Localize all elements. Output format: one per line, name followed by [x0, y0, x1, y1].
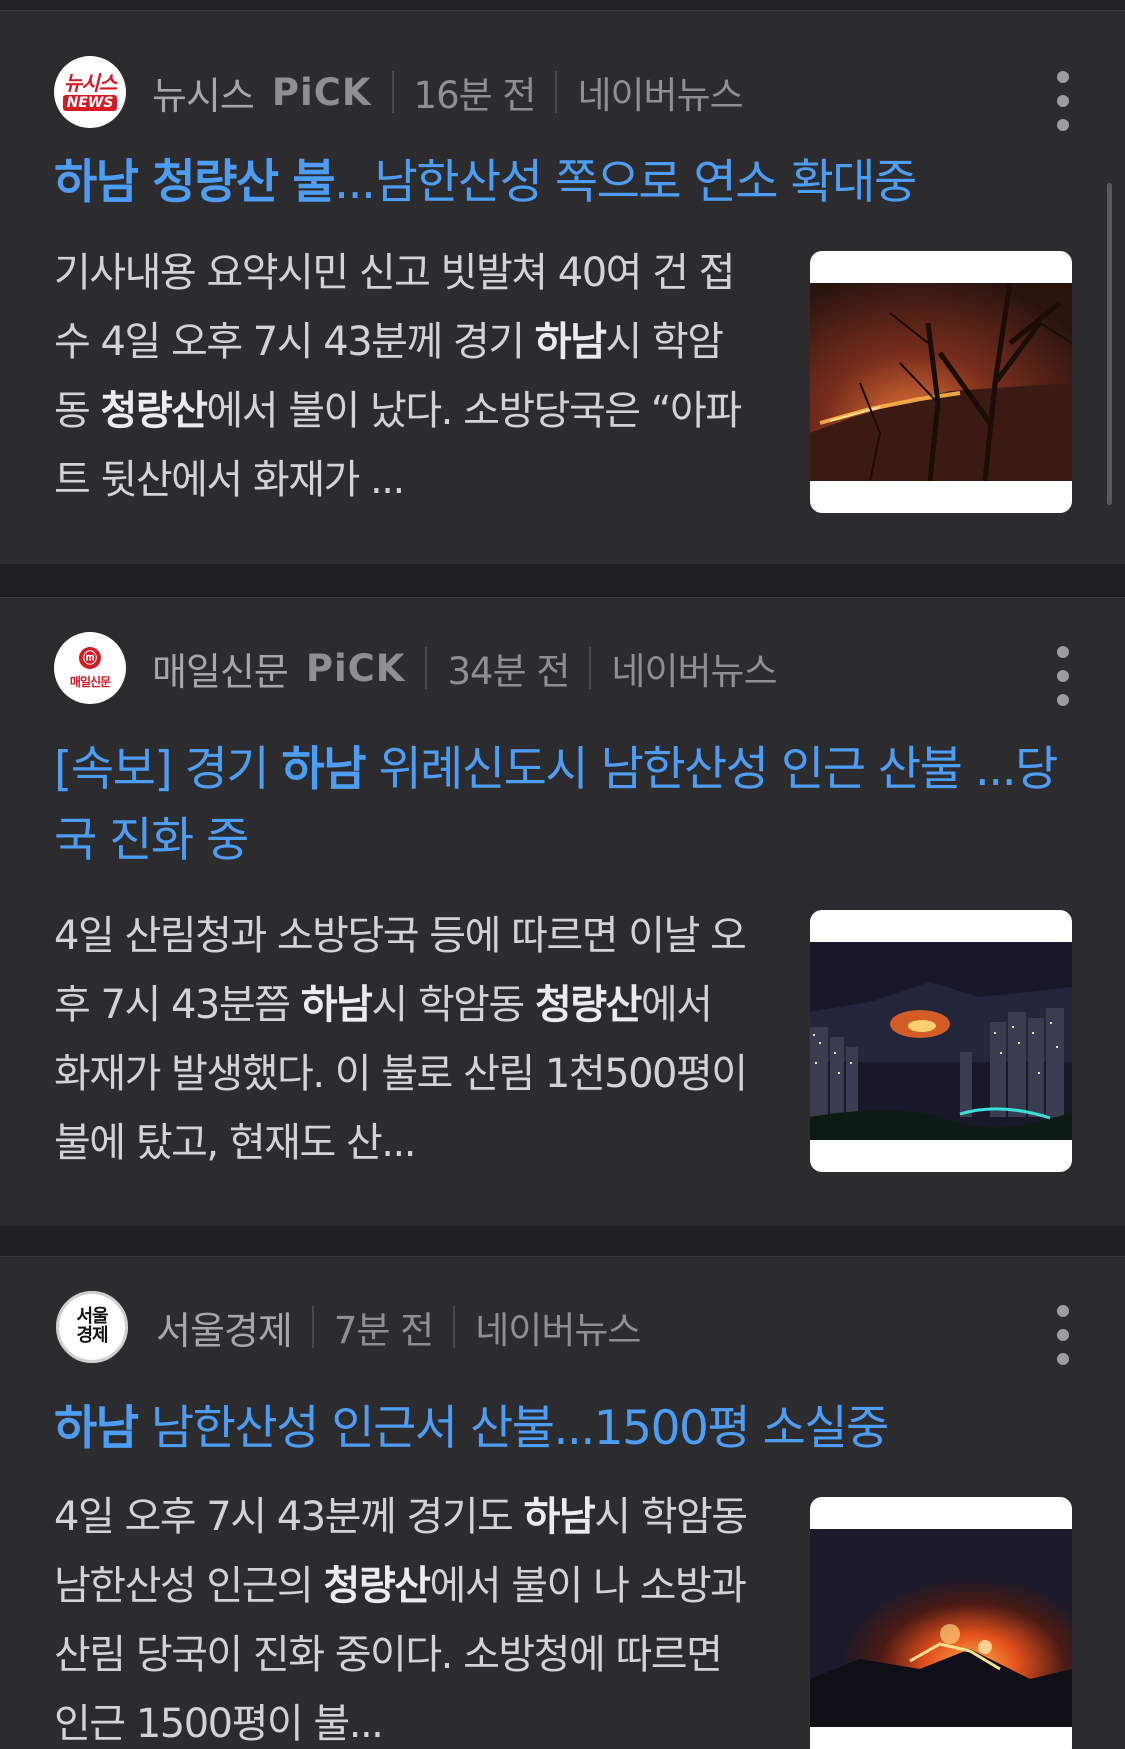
news-feed: 뉴시스 NEWS 뉴시스 PiCK 16분 전 네이버뉴스 하남 청량산 불..… [0, 0, 1125, 1749]
divider [589, 647, 592, 689]
timestamp: 16분 전 [413, 74, 537, 117]
timestamp: 34분 전 [447, 650, 570, 693]
logo-text: 매일신문 [69, 674, 111, 689]
press-logo[interactable]: 서울 경제 [54, 1289, 130, 1365]
headline-keyword: 하남 청량산 불 [54, 155, 336, 210]
more-options-icon[interactable] [1049, 71, 1077, 131]
source-label: 네이버뉴스 [611, 650, 777, 693]
article-thumbnail[interactable] [810, 910, 1072, 1172]
press-logo[interactable]: ⓜ 매일신문 [54, 632, 126, 704]
source-label: 네이버뉴스 [577, 74, 743, 117]
pick-badge: PiCK [305, 646, 406, 690]
card-header: ⓜ 매일신문 매일신문 PiCK 34분 전 네이버뉴스 [54, 631, 1065, 705]
pick-badge: PiCK [271, 70, 372, 114]
scrollbar[interactable] [1107, 183, 1112, 505]
timestamp: 7분 전 [333, 1309, 434, 1352]
more-options-icon[interactable] [1049, 1305, 1077, 1365]
summary-keyword: 청량산 [100, 388, 208, 434]
summary-keyword: 청량산 [534, 982, 642, 1028]
headline-text: 남한산성 인근서 산불...1500평 소실중 [137, 1401, 889, 1456]
divider [453, 1306, 456, 1348]
divider [555, 71, 558, 113]
forest-fire-photo [810, 283, 1072, 481]
card-header: 서울 경제 서울경제 7분 전 네이버뉴스 [54, 1289, 1065, 1365]
article-summary[interactable]: 4일 산림청과 소방당국 등에 따르면 이날 오후 7시 43분쯤 하남시 학암… [54, 902, 754, 1178]
summary-text: 시 학암동 [371, 982, 535, 1028]
maeil-logo-icon: ⓜ [79, 646, 101, 669]
summary-keyword: 하남 [534, 319, 607, 365]
summary-keyword: 하남 [523, 1494, 596, 1540]
headline-text: [속보] 경기 [54, 742, 282, 797]
top-strip [0, 0, 1125, 10]
article-headline[interactable]: 하남 남한산성 인근서 산불...1500평 소실중 [54, 1393, 1064, 1464]
divider [311, 1306, 314, 1348]
logo-text: 뉴시스 [63, 71, 117, 95]
summary-keyword: 하남 [300, 982, 373, 1028]
logo-text: NEWS [62, 95, 118, 111]
summary-text: 4일 오후 7시 43분께 경기도 [54, 1494, 524, 1540]
article-thumbnail[interactable] [810, 251, 1072, 513]
headline-text: ...남한산성 쪽으로 연소 확대중 [334, 155, 917, 210]
divider [425, 647, 428, 689]
press-name[interactable]: 뉴시스 [152, 65, 255, 120]
article-summary[interactable]: 4일 오후 7시 43분께 경기도 하남시 학암동 남한산성 인근의 청량산에서… [54, 1483, 754, 1749]
press-logo[interactable]: 뉴시스 NEWS [54, 56, 126, 128]
source-label: 네이버뉴스 [475, 1309, 641, 1352]
article-thumbnail[interactable] [810, 1497, 1072, 1749]
headline-keyword: 하남 [54, 1401, 139, 1456]
press-name[interactable]: 서울경제 [156, 1300, 293, 1355]
summary-keyword: 청량산 [323, 1563, 431, 1609]
article-headline[interactable]: 하남 청량산 불...남한산성 쪽으로 연소 확대중 [54, 147, 1064, 218]
news-card: ⓜ 매일신문 매일신문 PiCK 34분 전 네이버뉴스 [속보] 경기 하남 … [0, 597, 1125, 1226]
mountain-fire-photo [810, 1529, 1072, 1727]
article-summary[interactable]: 기사내용 요약시민 신고 빗발쳐 40여 건 접수 4일 오후 7시 43분께 … [54, 239, 754, 515]
news-card: 뉴시스 NEWS 뉴시스 PiCK 16분 전 네이버뉴스 하남 청량산 불..… [0, 10, 1125, 564]
press-name[interactable]: 매일신문 [152, 641, 289, 696]
card-header: 뉴시스 NEWS 뉴시스 PiCK 16분 전 네이버뉴스 [54, 55, 1065, 129]
article-headline[interactable]: [속보] 경기 하남 위례신도시 남한산성 인근 산불 ...당국 진화 중 [54, 734, 1064, 876]
city-night-fire-photo [810, 942, 1072, 1140]
divider [391, 71, 394, 113]
news-card: 서울 경제 서울경제 7분 전 네이버뉴스 하남 남한산성 인근서 산불...15… [0, 1256, 1125, 1749]
more-options-icon[interactable] [1049, 646, 1077, 706]
headline-keyword: 하남 [281, 742, 367, 797]
logo-text: 서울 경제 [76, 1306, 108, 1346]
